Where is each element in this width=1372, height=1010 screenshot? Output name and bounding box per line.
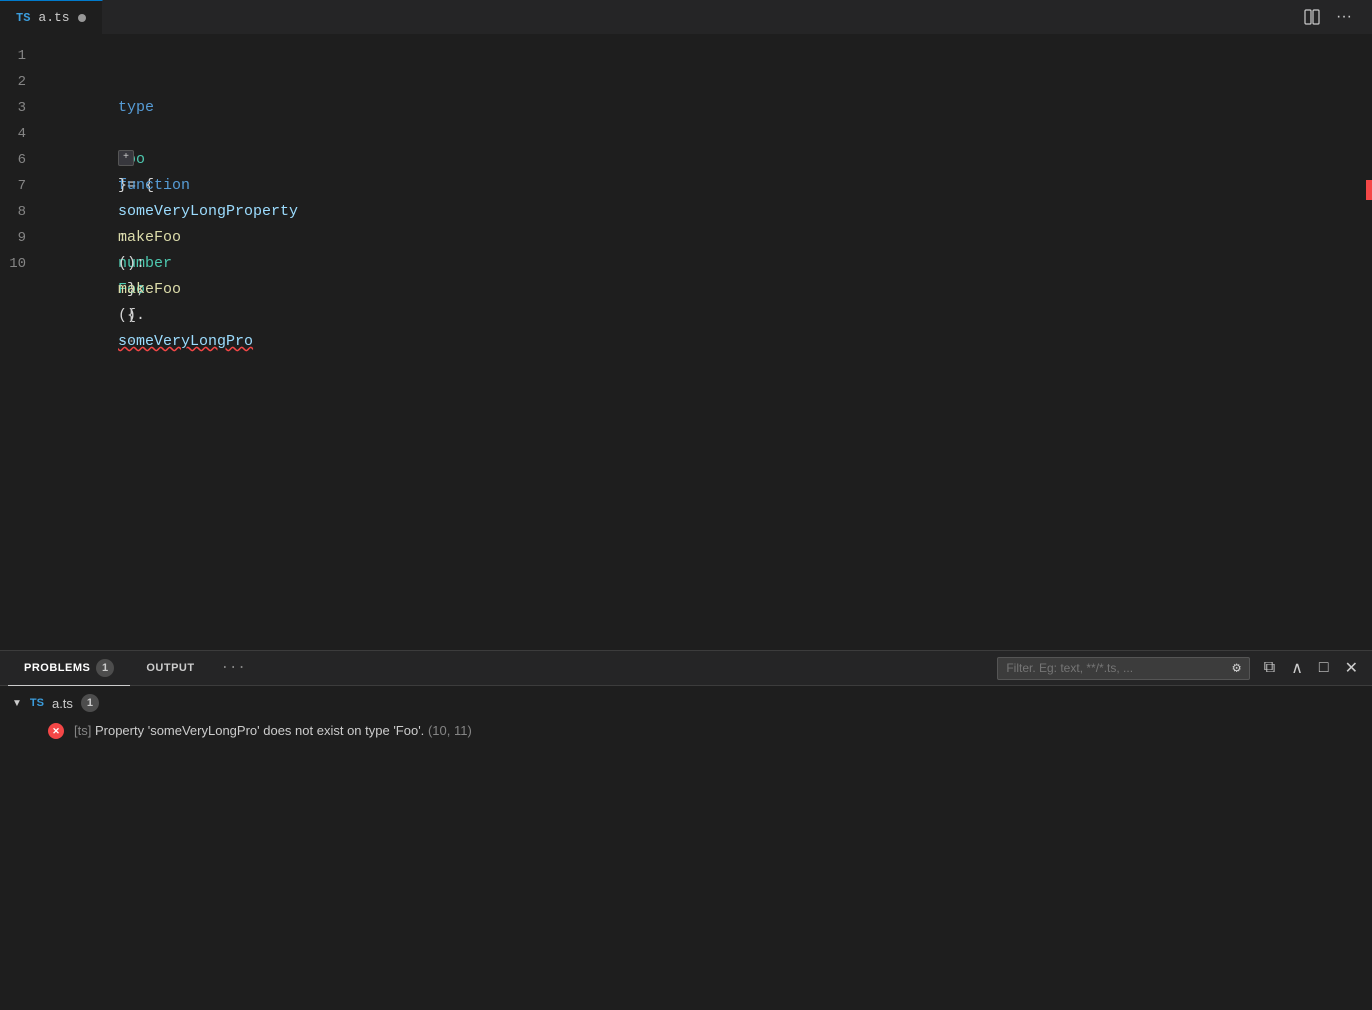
keyword-type: type [118, 99, 154, 116]
code-line-1: 1 [0, 43, 1358, 69]
line-number-9: 9 [8, 225, 46, 251]
code-line-4: 4 + function makeFoo (): Foo { ··· [0, 121, 1358, 147]
panel-tabs: PROBLEMS 1 OUTPUT ··· ⚙ ⧉ ∧ □ [0, 651, 1372, 686]
more-actions-button[interactable]: ··· [1332, 4, 1356, 30]
code-editor[interactable]: 1 2 type Foo = { someVeryLongProperty : … [0, 35, 1358, 650]
line-number-10: 10 [8, 251, 46, 277]
error-location: (10, 11) [428, 723, 472, 738]
unsaved-dot [78, 14, 86, 22]
close-panel-button[interactable]: ✕ [1339, 654, 1364, 682]
code-line-2: 2 type Foo = { someVeryLongProperty : nu… [0, 69, 1358, 95]
filter-input-container[interactable]: ⚙ [997, 657, 1249, 680]
line-number-6: 6 [8, 147, 46, 173]
error-source: [ts] [74, 723, 91, 738]
chevron-down-icon: ▼ [12, 698, 22, 709]
problems-count-badge: 1 [96, 659, 114, 677]
filter-input[interactable] [1006, 661, 1226, 675]
error-message: [ts] Property 'someVeryLongPro' does not… [74, 722, 472, 740]
error-scrollbar-marker [1366, 180, 1372, 200]
file-error-count-badge: 1 [81, 694, 99, 712]
ts-badge: TS [16, 11, 30, 25]
error-row[interactable]: [ts] Property 'someVeryLongPro' does not… [0, 716, 1372, 746]
split-editor-button[interactable] [1300, 5, 1324, 29]
error-message-text: Property 'someVeryLongPro' does not exis… [95, 723, 424, 738]
panel-area: PROBLEMS 1 OUTPUT ··· ⚙ ⧉ ∧ □ [0, 650, 1372, 1010]
line-number-2: 2 [8, 69, 46, 95]
editor-tab-a-ts[interactable]: TS a.ts [0, 0, 103, 34]
line-number-3: 3 [8, 95, 46, 121]
problems-list[interactable]: ▼ TS a.ts 1 [ts] Property 'someVeryLongP… [0, 686, 1372, 1010]
tab-bar: TS a.ts ··· [0, 0, 1372, 35]
line-number-8: 8 [8, 199, 46, 225]
fold-icon[interactable]: + [118, 150, 134, 166]
editor-area: 1 2 type Foo = { someVeryLongProperty : … [0, 35, 1372, 650]
file-name: a.ts [52, 696, 73, 711]
line-number-4: 4 [8, 121, 46, 147]
code-line-6: 6 } [0, 147, 1358, 173]
output-label: OUTPUT [146, 662, 194, 674]
editor-scrollbar[interactable] [1358, 35, 1372, 650]
file-ts-badge: TS [30, 697, 44, 709]
tab-problems[interactable]: PROBLEMS 1 [8, 651, 130, 686]
tab-bar-actions: ··· [1300, 4, 1372, 30]
error-property: someVeryLongPro [118, 333, 253, 350]
collapse-panel-button[interactable]: ∧ [1285, 654, 1309, 682]
file-row[interactable]: ▼ TS a.ts 1 [0, 690, 1372, 716]
closing-bracket: } [118, 177, 127, 194]
copy-panel-button[interactable]: ⧉ [1258, 655, 1281, 681]
panel-filter: ⚙ ⧉ ∧ □ ✕ [997, 654, 1364, 682]
maximize-panel-button[interactable]: □ [1313, 655, 1335, 681]
function-name-makefoo: makeFoo [118, 229, 181, 246]
code-line-10: 10 makeFoo (). someVeryLongPro [0, 251, 1358, 277]
panel-action-buttons: ⧉ ∧ □ ✕ [1258, 654, 1364, 682]
error-circle-icon [48, 723, 64, 739]
filter-gear-icon[interactable]: ⚙ [1232, 660, 1240, 677]
tab-output[interactable]: OUTPUT [130, 651, 210, 686]
line-number-1: 1 [8, 43, 46, 69]
line-number-7: 7 [8, 173, 46, 199]
makefoo-call: makeFoo [118, 281, 181, 298]
panel-more-button[interactable]: ··· [211, 651, 256, 686]
tab-filename: a.ts [38, 10, 69, 25]
problems-label: PROBLEMS [24, 662, 90, 674]
